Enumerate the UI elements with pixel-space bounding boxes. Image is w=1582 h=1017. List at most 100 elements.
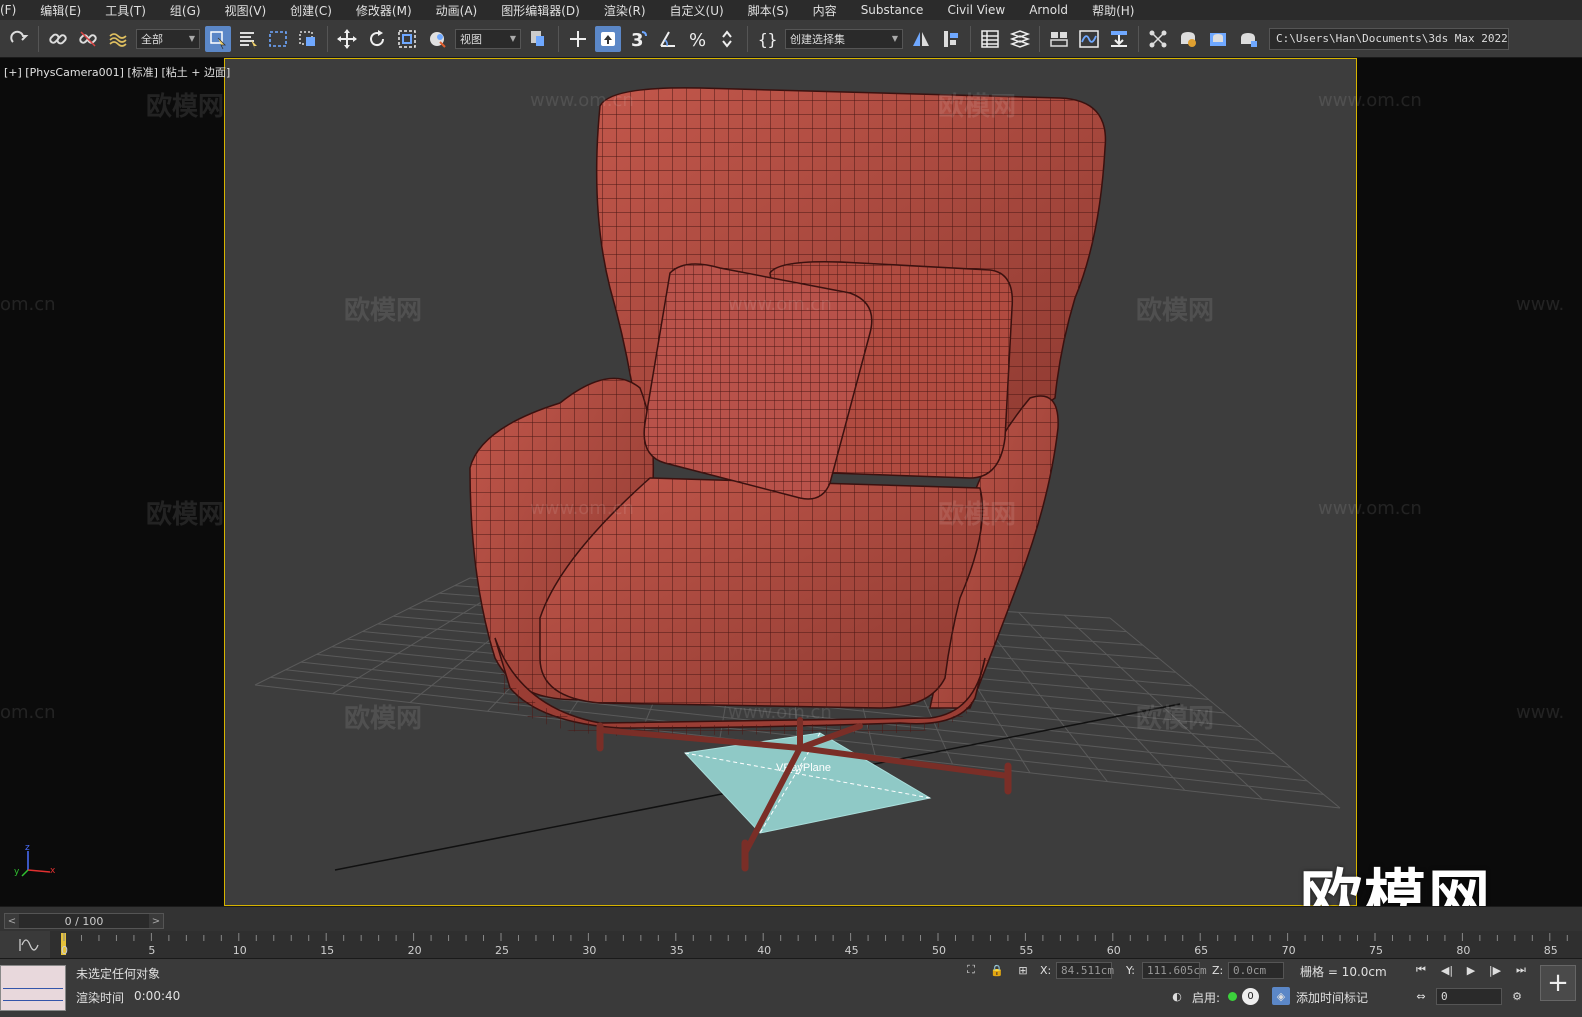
frame-display: 0 / 100	[64, 914, 104, 928]
select-manipulate-icon[interactable]	[565, 26, 591, 52]
timeline-tick-label: 50	[932, 944, 946, 957]
time-slider[interactable]: < 0 / 100 >	[4, 913, 164, 929]
timeline-tick-label: 30	[582, 944, 596, 957]
track-bar-toggle[interactable]	[0, 931, 50, 959]
bind-space-warp-icon[interactable]	[105, 26, 131, 52]
perspective-viewport[interactable]: [+] [PhysCamera001] [标准] [粘土 + 边面] VRayP…	[0, 58, 1582, 906]
next-frame-button[interactable]: >	[148, 914, 163, 928]
next-frame-icon[interactable]: |▶	[1486, 961, 1504, 979]
curve-editor-icon[interactable]	[1076, 26, 1102, 52]
menu-item[interactable]: 脚本(S)	[736, 2, 801, 19]
selection-status: 未选定任何对象	[76, 967, 161, 981]
viewport-label[interactable]: [+] [PhysCamera001] [标准] [粘土 + 边面]	[4, 64, 230, 80]
unlink-icon[interactable]	[75, 26, 101, 52]
menu-item[interactable]: 内容	[801, 2, 849, 19]
go-to-start-icon[interactable]: ⏮	[1412, 961, 1430, 979]
y-coord-field[interactable]: 111.605cm	[1142, 962, 1207, 979]
menu-item[interactable]: Substance	[849, 3, 936, 17]
keyboard-shortcut-override-icon[interactable]	[595, 25, 621, 52]
menu-item[interactable]: 渲染(R)	[592, 2, 658, 19]
select-object-icon[interactable]	[205, 25, 231, 52]
timeline-tick-label: 0	[61, 944, 68, 957]
frame-step-icon[interactable]: ⇔	[1412, 987, 1430, 1005]
project-path-field[interactable]: C:\Users\Han\Documents\3ds Max 2022▼	[1269, 27, 1509, 50]
watermark: 欧模网	[146, 500, 225, 530]
place-icon[interactable]	[424, 26, 450, 52]
scene-explorer-icon[interactable]	[977, 26, 1003, 52]
mirror-icon[interactable]	[908, 26, 934, 52]
rotate-icon[interactable]	[364, 26, 390, 52]
scene-canvas[interactable]: VRayPlane z x y	[0, 58, 1582, 906]
spinner-snap-icon[interactable]	[715, 26, 741, 52]
menu-item[interactable]: 图形编辑器(D)	[489, 2, 592, 19]
link-icon[interactable]	[45, 26, 71, 52]
menu-item[interactable]: 组(G)	[158, 2, 213, 19]
timeline-tick-label: 20	[408, 944, 422, 957]
watermark: 欧模网	[344, 296, 423, 326]
edit-named-selection-icon[interactable]: {}	[754, 26, 780, 52]
watermark: 欧模网	[938, 500, 1017, 530]
axis-x-label: x	[50, 866, 56, 876]
watermark: www.om.cn	[728, 294, 832, 315]
select-by-name-icon[interactable]	[235, 26, 261, 52]
isolate-selection-icon[interactable]: ⛶	[962, 961, 980, 979]
timeline-tick-label: 35	[670, 944, 684, 957]
selection-lock-icon[interactable]: 🔒	[988, 961, 1006, 979]
key-count-badge[interactable]: 0	[1242, 988, 1259, 1005]
menu-item[interactable]: 编辑(E)	[28, 2, 93, 19]
previous-frame-icon[interactable]: ◀|	[1438, 961, 1456, 979]
window-crossing-icon[interactable]	[295, 26, 321, 52]
rendered-frame-window-icon[interactable]	[1205, 26, 1231, 52]
scale-icon[interactable]	[394, 26, 420, 52]
adaptive-degradation-icon[interactable]: ◐	[1168, 987, 1186, 1005]
menu-item[interactable]: 帮助(H)	[1080, 2, 1146, 19]
play-icon[interactable]: ▶	[1462, 961, 1480, 979]
reference-coordinate-dropdown[interactable]: 视图 ▼	[455, 28, 521, 49]
z-coord-field[interactable]: 0.0cm	[1228, 962, 1284, 979]
toolbar-separator	[747, 25, 748, 52]
rectangular-selection-icon[interactable]	[265, 26, 291, 52]
menu-item[interactable]: Civil View	[935, 3, 1017, 17]
x-coord-field[interactable]: 84.511cm	[1056, 962, 1114, 979]
pivot-center-icon[interactable]	[526, 26, 552, 52]
menu-item[interactable]: Arnold	[1017, 3, 1080, 17]
prev-frame-button[interactable]: <	[5, 914, 19, 928]
menu-bar: (F) 编辑(E) 工具(T) 组(G) 视图(V) 创建(C) 修改器(M) 动画(A) 图形…	[0, 0, 1582, 20]
menu-item[interactable]: 工具(T)	[93, 2, 158, 19]
watermark: www.om.cn	[1318, 498, 1422, 519]
timeline-tick-label: 15	[320, 944, 334, 957]
layer-explorer-icon[interactable]	[1007, 26, 1033, 52]
menu-item[interactable]: 视图(V)	[213, 2, 279, 19]
menu-item[interactable]: (F)	[0, 3, 28, 17]
axis-tripod: z x y	[14, 843, 56, 877]
absolute-mode-transform-icon[interactable]: ⊞	[1014, 961, 1032, 979]
add-time-tag-label[interactable]: 添加时间标记	[1296, 989, 1368, 1006]
menu-item[interactable]: 修改器(M)	[344, 2, 424, 19]
menu-item[interactable]: 创建(C)	[278, 2, 344, 19]
angle-snap-icon[interactable]	[655, 26, 681, 52]
watermark: www.om.cn	[530, 498, 634, 519]
selection-filter-dropdown[interactable]: 全部 ▼	[136, 28, 200, 49]
align-icon[interactable]	[938, 26, 964, 52]
move-icon[interactable]	[334, 26, 360, 52]
timeline-track[interactable]: 0 5 10 15 20 25 30 35 40 45 50 55 60 65 70 75 80 85	[0, 931, 1582, 959]
render-production-icon[interactable]	[1235, 26, 1261, 52]
time-tag-icon[interactable]: ◈	[1272, 987, 1290, 1005]
ribbon-toggle-icon[interactable]	[1046, 26, 1072, 52]
axis-y-label: y	[14, 867, 20, 877]
viewport-navigation-plus-icon[interactable]: +	[1540, 965, 1576, 1001]
schematic-view-icon[interactable]	[1106, 26, 1132, 52]
material-editor-icon[interactable]	[1145, 26, 1171, 52]
armchair-model[interactable]	[469, 87, 1107, 736]
go-to-end-icon[interactable]: ⏭	[1512, 961, 1530, 979]
render-setup-icon[interactable]	[1175, 26, 1201, 52]
time-configuration-icon[interactable]: ⚙	[1508, 987, 1526, 1005]
percent-snap-icon[interactable]: %	[685, 26, 711, 52]
redo-icon[interactable]	[6, 26, 32, 52]
menu-item[interactable]: 动画(A)	[424, 2, 490, 19]
menu-item[interactable]: 自定义(U)	[658, 2, 736, 19]
maxscript-mini-listener[interactable]	[0, 965, 66, 1011]
named-selection-dropdown[interactable]: 创建选择集 ▼	[785, 28, 903, 49]
current-frame-field[interactable]: 0	[1436, 988, 1502, 1005]
snaps-toggle-icon[interactable]: 3	[625, 26, 651, 52]
